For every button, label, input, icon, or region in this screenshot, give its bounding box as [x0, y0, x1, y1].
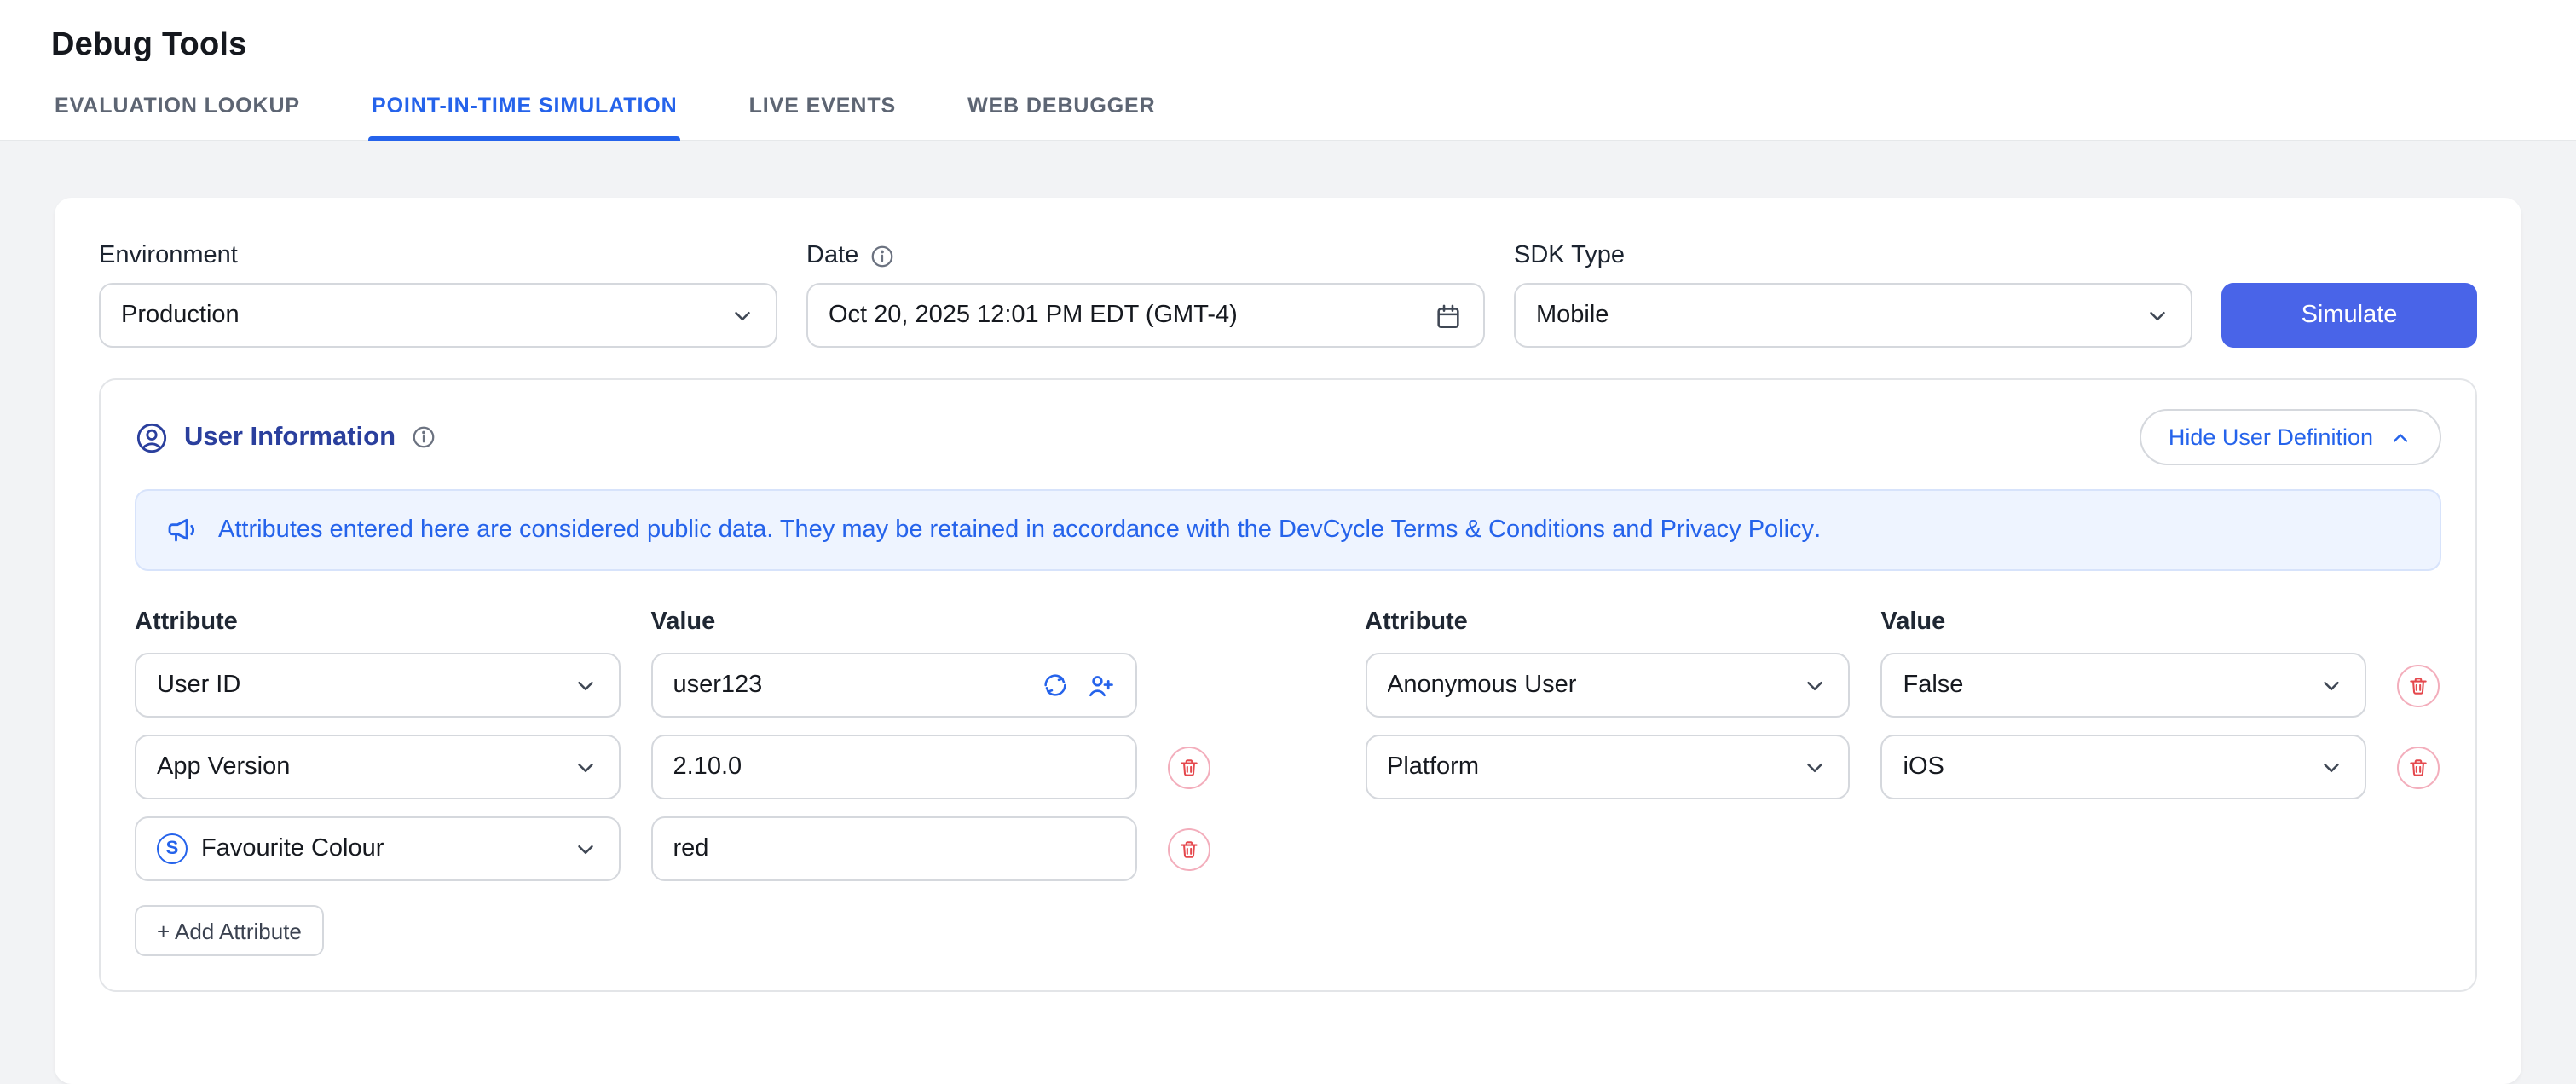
date-label-text: Date [806, 242, 858, 269]
string-type-badge: S [157, 834, 188, 865]
page-body: Environment Production Date [0, 141, 2576, 1084]
attribute-select-platform[interactable]: Platform [1365, 735, 1851, 800]
trash-icon [1177, 839, 1199, 861]
chevron-down-icon [730, 303, 755, 328]
value-input-user-id[interactable] [673, 672, 1042, 700]
attributes-right-column: Attribute Value Anonymous User False [1365, 609, 2441, 800]
user-information-section: User Information Hide User Definition [99, 378, 2477, 993]
attribute-column-header: Attribute [135, 609, 621, 637]
app-root: Debug Tools EVALUATION LOOKUP POINT-IN-T… [0, 0, 2576, 985]
delete-attribute-button[interactable] [2397, 747, 2440, 789]
chevron-down-icon [1803, 673, 1828, 699]
value-selected-value: False [1903, 672, 1964, 700]
date-input-wrap [806, 283, 1485, 348]
privacy-policy-link[interactable]: Privacy Policy [1661, 516, 1815, 544]
attributes-grid: Attribute Value User ID [135, 609, 2441, 957]
value-input-favourite-colour-wrap [651, 817, 1137, 882]
sdk-type-label: SDK Type [1514, 242, 2192, 269]
tab-web-debugger[interactable]: WEB DEBUGGER [964, 87, 1159, 140]
info-icon [869, 243, 894, 268]
value-input-app-version[interactable] [673, 754, 1115, 781]
chevron-down-icon [2319, 673, 2344, 699]
calendar-icon[interactable] [1434, 301, 1463, 330]
delete-attribute-button[interactable] [2397, 665, 2440, 707]
date-input[interactable] [829, 302, 1434, 329]
environment-field: Environment Production [99, 242, 777, 348]
sdk-type-label-text: SDK Type [1514, 242, 1625, 269]
chevron-down-icon [2145, 303, 2170, 328]
user-information-header: User Information Hide User Definition [135, 409, 2441, 465]
attribute-select-user-id[interactable]: User ID [135, 654, 621, 718]
value-input-user-id-wrap [651, 654, 1137, 718]
tab-live-events[interactable]: LIVE EVENTS [746, 87, 899, 140]
public-data-notice: Attributes entered here are considered p… [135, 489, 2441, 572]
environment-label-text: Environment [99, 242, 238, 269]
notice-text-part: Attributes entered here are considered p… [218, 516, 1279, 544]
page-header: Debug Tools EVALUATION LOOKUP POINT-IN-T… [0, 0, 2576, 141]
value-column-header: Value [651, 609, 1137, 637]
tab-point-in-time-simulation[interactable]: POINT-IN-TIME SIMULATION [368, 87, 681, 140]
terms-and-conditions-link[interactable]: DevCycle Terms & Conditions [1279, 516, 1605, 544]
chevron-down-icon [2319, 755, 2344, 781]
trash-icon [2407, 757, 2429, 779]
attribute-select-app-version[interactable]: App Version [135, 735, 621, 800]
attributes-left-column: Attribute Value User ID [135, 609, 1211, 957]
environment-select[interactable]: Production [99, 283, 777, 348]
delete-attribute-button[interactable] [1167, 828, 1210, 871]
trash-icon [2407, 675, 2429, 697]
tab-evaluation-lookup[interactable]: EVALUATION LOOKUP [51, 87, 303, 140]
sdk-type-selected-value: Mobile [1536, 302, 1609, 329]
sdk-type-select[interactable]: Mobile [1514, 283, 2192, 348]
sdk-type-field: SDK Type Mobile [1514, 242, 2192, 348]
date-field: Date [806, 242, 1485, 348]
public-data-notice-text: Attributes entered here are considered p… [218, 513, 1821, 548]
environment-selected-value: Production [121, 302, 240, 329]
value-select-anonymous-user[interactable]: False [1881, 654, 2367, 718]
tab-bar: EVALUATION LOOKUP POINT-IN-TIME SIMULATI… [0, 87, 2576, 140]
hide-user-definition-label: Hide User Definition [2169, 424, 2373, 450]
value-select-platform[interactable]: iOS [1881, 735, 2367, 800]
attribute-selected-value: App Version [157, 754, 290, 781]
attribute-select-favourite-colour[interactable]: S Favourite Colour [135, 817, 621, 882]
notice-text-part: . [1814, 516, 1821, 544]
notice-text-part: and [1605, 516, 1661, 544]
user-circle-icon [135, 420, 169, 454]
user-information-title: User Information [184, 422, 396, 453]
attribute-column-header: Attribute [1365, 609, 1851, 637]
chevron-down-icon [573, 837, 598, 862]
value-input-app-version-wrap [651, 735, 1137, 800]
add-attribute-button[interactable]: + Add Attribute [135, 906, 324, 957]
simulation-form-row: Environment Production Date [99, 242, 2477, 348]
simulation-card: Environment Production Date [55, 198, 2521, 1084]
info-icon [411, 424, 436, 450]
refresh-icon[interactable] [1041, 672, 1068, 700]
chevron-up-icon [2388, 425, 2412, 449]
simulate-button[interactable]: Simulate [2221, 283, 2477, 348]
attribute-selected-value: User ID [157, 672, 240, 700]
chevron-down-icon [573, 755, 598, 781]
chevron-down-icon [1803, 755, 1828, 781]
user-plus-icon[interactable] [1085, 672, 1114, 701]
date-label: Date [806, 242, 1485, 269]
trash-icon [1177, 757, 1199, 779]
megaphone-icon [165, 513, 199, 547]
attribute-selected-value: Platform [1387, 754, 1479, 781]
environment-label: Environment [99, 242, 777, 269]
hide-user-definition-button[interactable]: Hide User Definition [2140, 409, 2441, 465]
value-column-header: Value [1881, 609, 2367, 637]
attribute-select-anonymous-user[interactable]: Anonymous User [1365, 654, 1851, 718]
user-information-title-wrap: User Information [135, 420, 436, 454]
attribute-selected-value: Anonymous User [1387, 672, 1576, 700]
value-selected-value: iOS [1903, 754, 1944, 781]
attribute-selected-value: Favourite Colour [201, 836, 384, 863]
page-title: Debug Tools [51, 27, 2576, 65]
chevron-down-icon [573, 673, 598, 699]
value-input-favourite-colour[interactable] [673, 836, 1115, 863]
delete-attribute-button[interactable] [1167, 747, 1210, 789]
